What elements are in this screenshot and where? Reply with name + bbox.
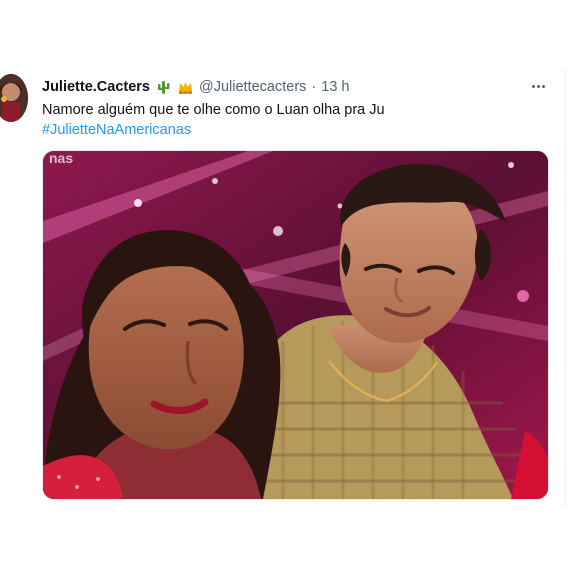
more-dot	[541, 84, 545, 88]
more-dot	[531, 84, 535, 88]
media-watermark: nas	[49, 151, 73, 166]
tweet-time[interactable]: 13 h	[321, 79, 349, 95]
author-avatar[interactable]	[0, 74, 28, 122]
hashtag-link[interactable]: #JulietteNaAmericanas	[42, 120, 191, 140]
author-name[interactable]: Juliette.Cacters	[42, 79, 150, 95]
tweet-text: Namore alguém que te olhe como o Luan ol…	[42, 102, 385, 118]
cactus-emoji-icon	[155, 79, 172, 96]
tweet-media-image[interactable]: nas	[42, 150, 549, 500]
header-separator: ·	[311, 79, 317, 95]
more-dots-icon[interactable]	[526, 76, 550, 96]
tweet-card[interactable]: Juliette.Cacters @Juliettecacters · 13 h	[0, 68, 566, 508]
media-illustration: nas	[43, 151, 548, 499]
more-dot	[536, 84, 540, 88]
crown-emoji-icon	[177, 79, 194, 96]
author-handle[interactable]: @Juliettecacters	[199, 79, 306, 95]
tweet-header: Juliette.Cacters @Juliettecacters · 13 h	[42, 77, 349, 97]
